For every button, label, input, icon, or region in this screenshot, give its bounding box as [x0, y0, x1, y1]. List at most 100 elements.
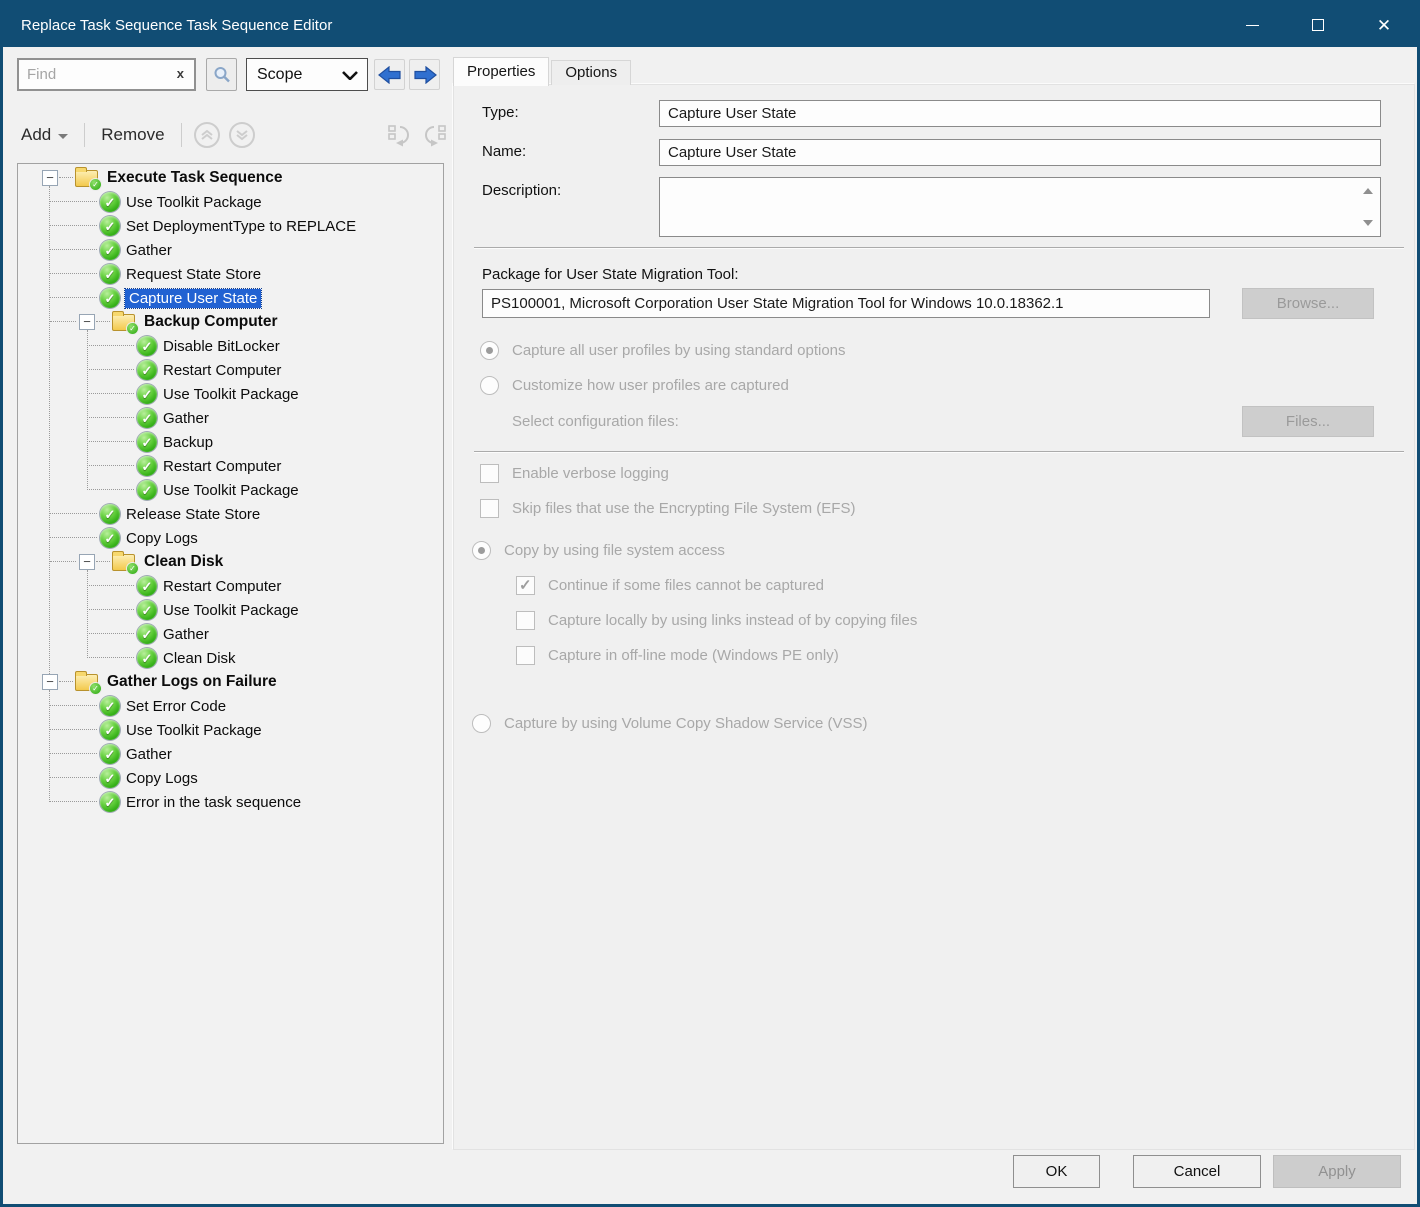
type-label: Type: — [482, 104, 519, 121]
section-divider — [474, 451, 1404, 453]
tree-item-copy-logs[interactable]: Copy Logs — [18, 766, 443, 790]
find-clear-button[interactable]: x — [177, 66, 184, 81]
tree-item-request-state-store[interactable]: Request State Store — [18, 262, 443, 286]
checkbox-verbose-logging: Enable verbose logging — [480, 464, 669, 483]
tree-item-release-state-store[interactable]: Release State Store — [18, 502, 443, 526]
chevron-double-up-icon — [200, 129, 214, 141]
description-label: Description: — [482, 182, 561, 199]
dialog-footer: OK Cancel Apply — [3, 1155, 1420, 1195]
ok-button[interactable]: OK — [1013, 1155, 1100, 1188]
collapse-toggle-icon[interactable] — [42, 170, 58, 186]
tree-item-gather[interactable]: Gather — [18, 406, 443, 430]
name-field[interactable]: Capture User State — [659, 139, 1381, 166]
tree-item-restart-computer[interactable]: Restart Computer — [18, 358, 443, 382]
tab-properties[interactable]: Properties — [453, 57, 549, 86]
tree-item-gather[interactable]: Gather — [18, 238, 443, 262]
check-status-icon — [100, 792, 120, 812]
maximize-icon — [1312, 19, 1324, 31]
tree-group-execute-task-sequence[interactable]: Execute Task Sequence — [18, 166, 443, 190]
find-previous-button[interactable] — [374, 59, 405, 90]
tree-group-clean-disk[interactable]: Clean Disk — [18, 550, 443, 574]
radio-selected-icon — [480, 341, 499, 360]
package-field: PS100001, Microsoft Corporation User Sta… — [482, 289, 1210, 318]
collapse-toggle-icon[interactable] — [79, 314, 95, 330]
tree-item-set-deploymenttype[interactable]: Set DeploymentType to REPLACE — [18, 214, 443, 238]
collapse-toggle-icon[interactable] — [42, 674, 58, 690]
revert-sequence-button[interactable] — [387, 123, 413, 147]
tree-group-backup-computer[interactable]: Backup Computer — [18, 310, 443, 334]
tree-group-gather-logs-on-failure[interactable]: Gather Logs on Failure — [18, 670, 443, 694]
arrow-right-icon — [413, 66, 437, 84]
check-status-icon — [137, 480, 157, 500]
checkbox-offline-mode: Capture in off-line mode (Windows PE onl… — [516, 646, 839, 665]
tree-item-backup[interactable]: Backup — [18, 430, 443, 454]
folder-check-icon — [75, 674, 98, 691]
tab-options[interactable]: Options — [551, 60, 631, 85]
tree-item-use-toolkit-package[interactable]: Use Toolkit Package — [18, 718, 443, 742]
check-status-icon — [137, 648, 157, 668]
tree-item-copy-logs[interactable]: Copy Logs — [18, 526, 443, 550]
scroll-up-icon[interactable] — [1363, 188, 1373, 194]
reorder-sequence-button[interactable] — [421, 123, 447, 147]
properties-pane: Type: Capture User State Name: Capture U… — [453, 84, 1415, 1150]
close-button[interactable]: ✕ — [1351, 3, 1417, 47]
tree-item-use-toolkit-package[interactable]: Use Toolkit Package — [18, 598, 443, 622]
check-status-icon — [100, 240, 120, 260]
check-status-icon — [137, 576, 157, 596]
window-title: Replace Task Sequence Task Sequence Edit… — [3, 17, 1219, 34]
tree-item-capture-user-state[interactable]: Capture User State — [18, 286, 443, 310]
edit-toolbar: Add Remove — [17, 115, 447, 155]
tree-item-use-toolkit-package[interactable]: Use Toolkit Package — [18, 478, 443, 502]
remove-button[interactable]: Remove — [97, 125, 168, 145]
cancel-button[interactable]: Cancel — [1133, 1155, 1261, 1188]
checkbox-icon — [480, 499, 499, 518]
find-search-button[interactable] — [206, 58, 237, 91]
check-status-icon — [100, 768, 120, 788]
find-input[interactable] — [19, 65, 159, 84]
check-status-icon — [137, 456, 157, 476]
checkbox-skip-efs: Skip files that use the Encrypting File … — [480, 499, 855, 518]
find-input-wrapper: x — [17, 58, 196, 91]
tree-item-restart-computer[interactable]: Restart Computer — [18, 454, 443, 478]
tree-item-use-toolkit-package[interactable]: Use Toolkit Package — [18, 190, 443, 214]
toolbar-separator — [181, 123, 182, 147]
tree-item-error-in-task-sequence[interactable]: Error in the task sequence — [18, 790, 443, 814]
tree-item-restart-computer[interactable]: Restart Computer — [18, 574, 443, 598]
maximize-button[interactable] — [1285, 3, 1351, 47]
minimize-button[interactable] — [1219, 3, 1285, 47]
minimize-icon — [1246, 25, 1259, 26]
checkbox-icon — [516, 611, 535, 630]
description-field[interactable] — [659, 177, 1381, 237]
tree-item-set-error-code[interactable]: Set Error Code — [18, 694, 443, 718]
package-label: Package for User State Migration Tool: — [482, 266, 739, 283]
radio-copy-file-system: Copy by using file system access — [472, 541, 725, 560]
list-redo-icon — [421, 123, 447, 147]
radio-selected-icon — [472, 541, 491, 560]
find-next-button[interactable] — [409, 59, 440, 90]
check-status-icon — [137, 336, 157, 356]
tree-item-gather[interactable]: Gather — [18, 622, 443, 646]
tree-item-clean-disk[interactable]: Clean Disk — [18, 646, 443, 670]
find-toolbar: x Scope — [17, 57, 447, 93]
check-status-icon — [137, 432, 157, 452]
tree-item-gather[interactable]: Gather — [18, 742, 443, 766]
scroll-down-icon[interactable] — [1363, 220, 1373, 226]
checkbox-capture-links: Capture locally by using links instead o… — [516, 611, 917, 630]
move-down-button[interactable] — [229, 122, 255, 148]
check-status-icon — [100, 264, 120, 284]
check-status-icon — [137, 360, 157, 380]
tree-item-disable-bitlocker[interactable]: Disable BitLocker — [18, 334, 443, 358]
properties-tabs: Properties Options — [453, 58, 633, 85]
tree-item-use-toolkit-package[interactable]: Use Toolkit Package — [18, 382, 443, 406]
collapse-toggle-icon[interactable] — [79, 554, 95, 570]
chevron-down-icon — [342, 71, 358, 80]
section-divider — [474, 247, 1404, 249]
check-status-icon — [100, 504, 120, 524]
radio-icon — [472, 714, 491, 733]
check-status-icon — [137, 408, 157, 428]
scope-dropdown[interactable]: Scope — [246, 58, 368, 91]
folder-check-icon — [112, 554, 135, 571]
check-status-icon — [100, 288, 120, 308]
move-up-button[interactable] — [194, 122, 220, 148]
add-button[interactable]: Add — [17, 125, 72, 145]
